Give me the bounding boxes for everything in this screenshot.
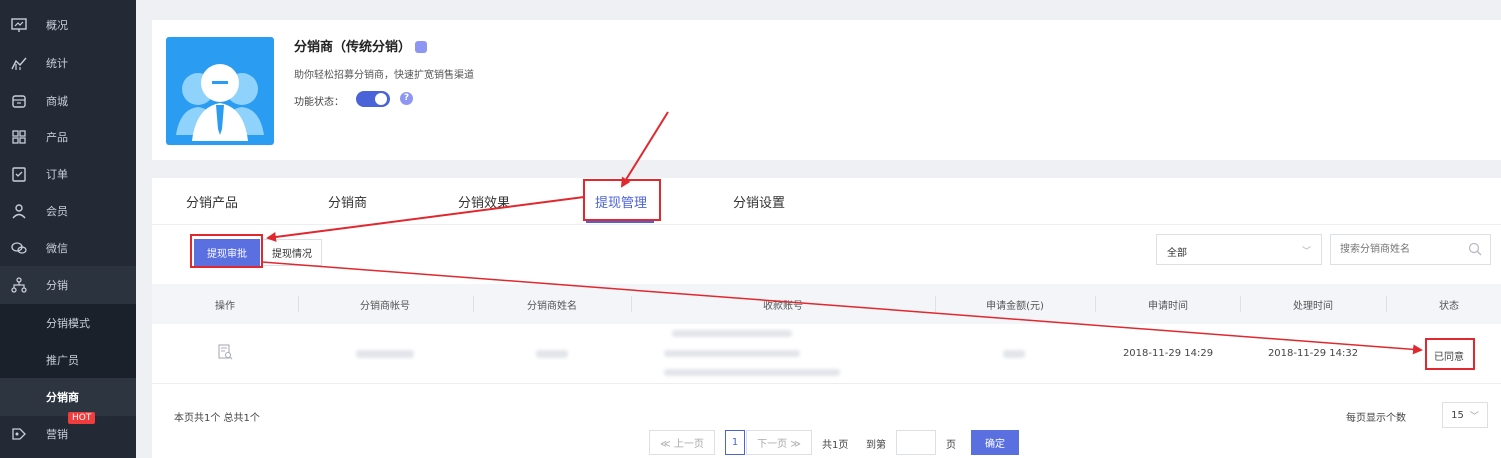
annotation-arrows	[261, 111, 1423, 355]
arrow-to-tab	[620, 111, 669, 188]
arrow-to-approve	[266, 196, 585, 242]
arrow-to-status	[261, 261, 1423, 355]
